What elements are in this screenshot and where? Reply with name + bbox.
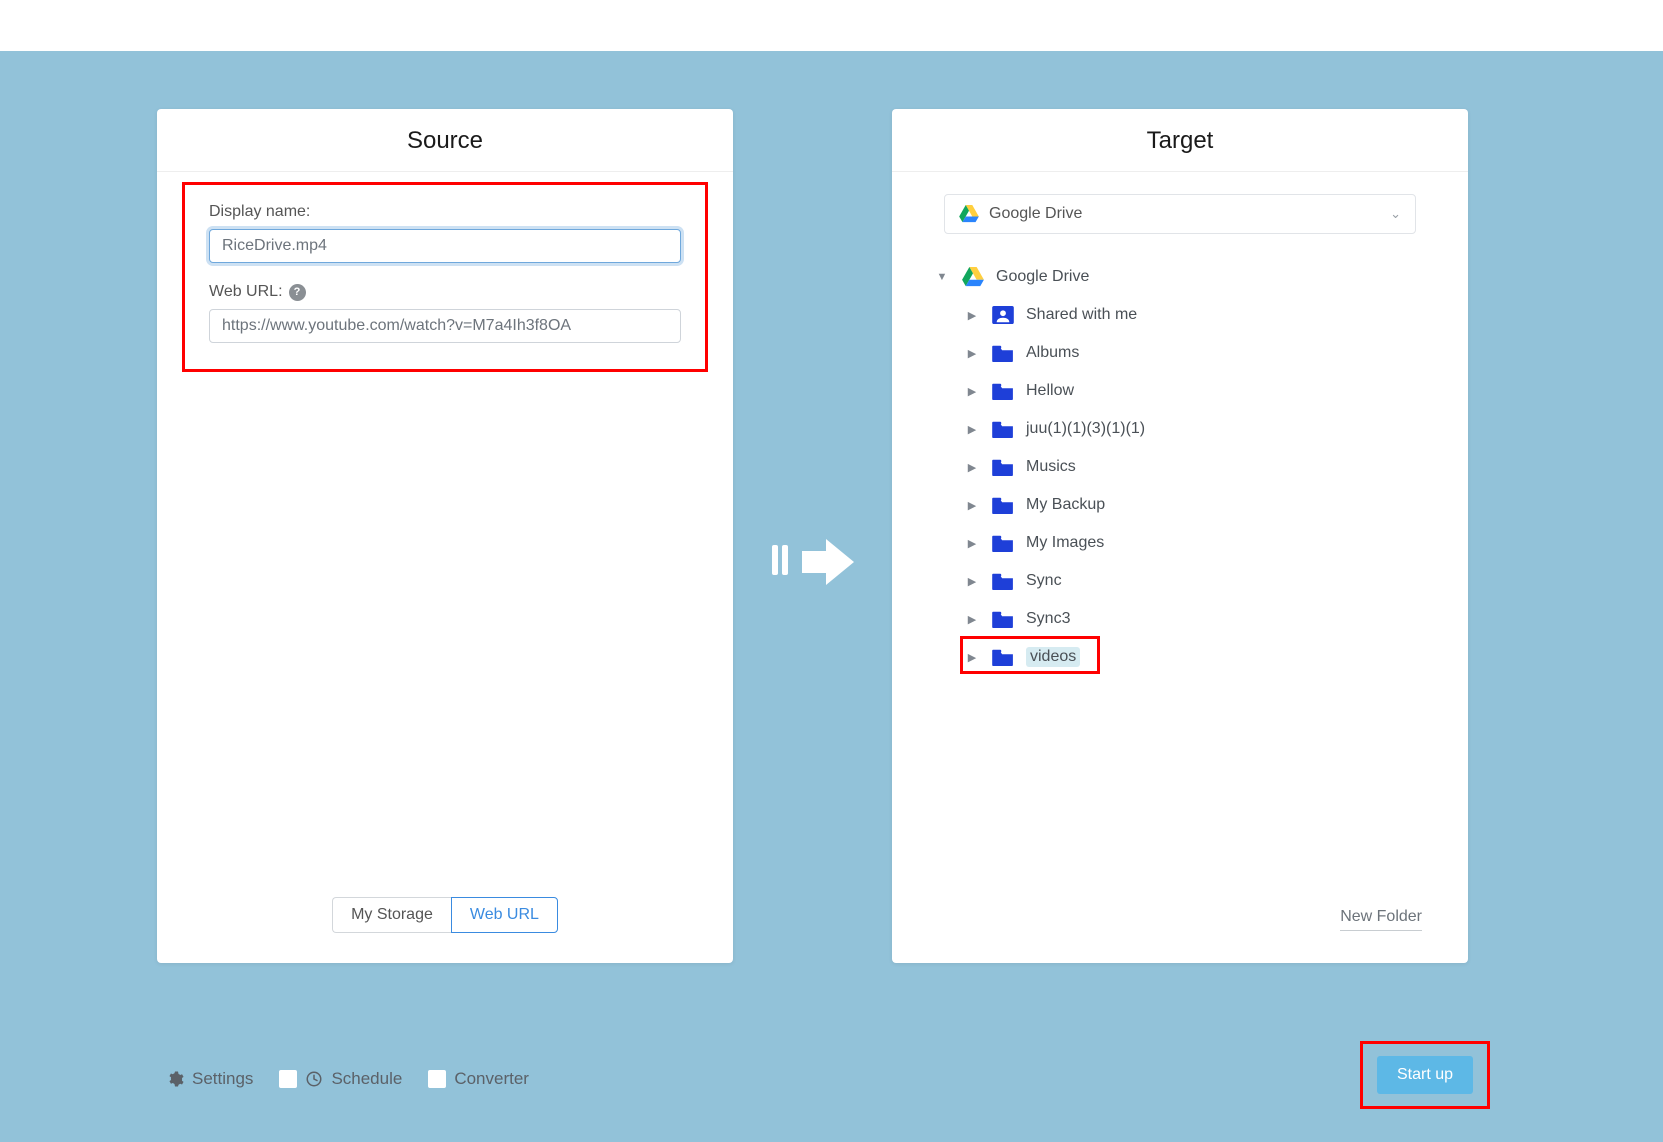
tree-root[interactable]: ▼ Google Drive — [932, 258, 1428, 296]
tab-web-url[interactable]: Web URL — [451, 897, 558, 933]
schedule-toggle[interactable]: Schedule — [279, 1069, 402, 1089]
folder-icon — [992, 572, 1014, 590]
transfer-arrow-icon — [772, 533, 858, 591]
arrow-bars — [772, 545, 792, 580]
caret-down-icon: ▼ — [936, 271, 948, 283]
tree-item-my-images[interactable]: ▶ My Images — [932, 524, 1428, 562]
source-panel: Source Display name: Web URL: ? My Stora… — [157, 109, 733, 963]
display-name-input[interactable] — [209, 229, 681, 263]
source-form-highlighted: Display name: Web URL: ? — [182, 182, 708, 372]
converter-label: Converter — [454, 1069, 529, 1089]
display-name-label: Display name: — [209, 203, 681, 221]
folder-icon — [992, 648, 1014, 666]
tree-item-label: juu(1)(1)(3)(1)(1) — [1026, 420, 1145, 438]
target-panel: Target Google Drive ⌄ ▼ Goog — [892, 109, 1468, 963]
target-title: Target — [892, 109, 1468, 172]
tree-root-label: Google Drive — [996, 268, 1089, 286]
start-up-button[interactable]: Start up — [1377, 1056, 1473, 1094]
tree-item-juu-1-1-3-1-1-[interactable]: ▶ juu(1)(1)(3)(1)(1) — [932, 410, 1428, 448]
tree-item-albums[interactable]: ▶ Albums — [932, 334, 1428, 372]
target-drive-selector[interactable]: Google Drive ⌄ — [944, 194, 1416, 234]
tree-item-shared-with-me[interactable]: ▶ Shared with me — [932, 296, 1428, 334]
folder-icon — [992, 458, 1014, 476]
caret-right-icon: ▶ — [966, 575, 978, 587]
folder-tree: ▼ Google Drive ▶ Shared with me ▶ Albums ▶ He… — [932, 258, 1428, 676]
tree-item-label: Hellow — [1026, 382, 1074, 400]
target-selector-label: Google Drive — [989, 205, 1390, 223]
tree-item-label: videos — [1026, 647, 1080, 667]
settings-button[interactable]: Settings — [166, 1069, 253, 1089]
caret-right-icon: ▶ — [966, 385, 978, 397]
web-url-label: Web URL: ? — [209, 283, 681, 301]
tree-item-hellow[interactable]: ▶ Hellow — [932, 372, 1428, 410]
tree-item-label: Sync — [1026, 572, 1062, 590]
arrow-icon — [800, 533, 858, 591]
gear-icon — [166, 1070, 184, 1088]
caret-right-icon: ▶ — [966, 347, 978, 359]
caret-right-icon: ▶ — [966, 461, 978, 473]
caret-right-icon: ▶ — [966, 613, 978, 625]
clock-icon — [305, 1070, 323, 1088]
tree-item-label: Shared with me — [1026, 306, 1137, 324]
caret-right-icon: ▶ — [966, 309, 978, 321]
tree-item-label: Albums — [1026, 344, 1079, 362]
folder-icon — [992, 420, 1014, 438]
app-stage: Source Display name: Web URL: ? My Stora… — [0, 51, 1663, 1142]
shared-folder-icon — [992, 306, 1014, 324]
source-tabs: My StorageWeb URL — [157, 897, 733, 933]
new-folder-button[interactable]: New Folder — [1340, 908, 1422, 931]
tree-item-my-backup[interactable]: ▶ My Backup — [932, 486, 1428, 524]
folder-icon — [992, 534, 1014, 552]
google-drive-icon — [962, 268, 984, 286]
tree-item-label: Musics — [1026, 458, 1076, 476]
caret-right-icon: ▶ — [966, 537, 978, 549]
schedule-checkbox[interactable] — [279, 1070, 297, 1088]
tree-item-sync[interactable]: ▶ Sync — [932, 562, 1428, 600]
caret-right-icon: ▶ — [966, 651, 978, 663]
settings-label: Settings — [192, 1069, 253, 1089]
help-icon[interactable]: ? — [289, 284, 306, 301]
tree-item-label: My Images — [1026, 534, 1104, 552]
caret-right-icon: ▶ — [966, 423, 978, 435]
source-title: Source — [157, 109, 733, 172]
folder-icon — [992, 344, 1014, 362]
google-drive-icon — [959, 205, 979, 223]
bottom-bar: Settings Schedule Converter — [166, 1069, 529, 1089]
chevron-down-icon: ⌄ — [1390, 206, 1401, 222]
tree-item-videos[interactable]: ▶ videos — [932, 638, 1428, 676]
startup-highlight-box: Start up — [1360, 1041, 1490, 1109]
converter-toggle[interactable]: Converter — [428, 1069, 529, 1089]
folder-icon — [992, 610, 1014, 628]
tree-item-label: My Backup — [1026, 496, 1105, 514]
tree-item-sync3[interactable]: ▶ Sync3 — [932, 600, 1428, 638]
folder-icon — [992, 496, 1014, 514]
folder-icon — [992, 382, 1014, 400]
tree-item-musics[interactable]: ▶ Musics — [932, 448, 1428, 486]
web-url-input[interactable] — [209, 309, 681, 343]
caret-right-icon: ▶ — [966, 499, 978, 511]
tree-item-label: Sync3 — [1026, 610, 1070, 628]
web-url-label-text: Web URL: — [209, 283, 283, 301]
tab-my-storage[interactable]: My Storage — [332, 897, 451, 933]
converter-checkbox[interactable] — [428, 1070, 446, 1088]
schedule-label: Schedule — [331, 1069, 402, 1089]
